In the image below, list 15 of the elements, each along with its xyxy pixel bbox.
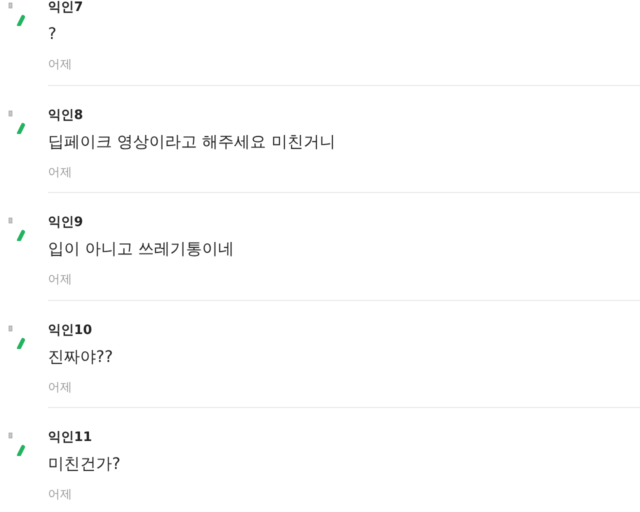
comment-author: 익인11: [48, 430, 92, 445]
comment-time: 어제: [48, 380, 72, 394]
comment-text: ?: [48, 24, 56, 43]
comment-time: 어제: [48, 164, 72, 178]
comment-author: 익인10: [48, 322, 92, 338]
comment-author: 익인7: [48, 0, 84, 15]
comment-text: 입이 아니고 쓰레기통이네: [48, 239, 234, 258]
comment-time: 어제: [48, 57, 72, 71]
comment-author: 익인9: [48, 215, 84, 230]
comment-time: 어제: [48, 272, 72, 286]
comment-author: 익인8: [48, 108, 84, 122]
comment-text: 미친건가?: [48, 454, 120, 473]
comment-text: 딥페이크 영상이라고 해주세요 미친거니: [48, 132, 336, 150]
comment-text: 진짜야??: [48, 346, 113, 366]
comment-time: 어제: [48, 487, 72, 501]
